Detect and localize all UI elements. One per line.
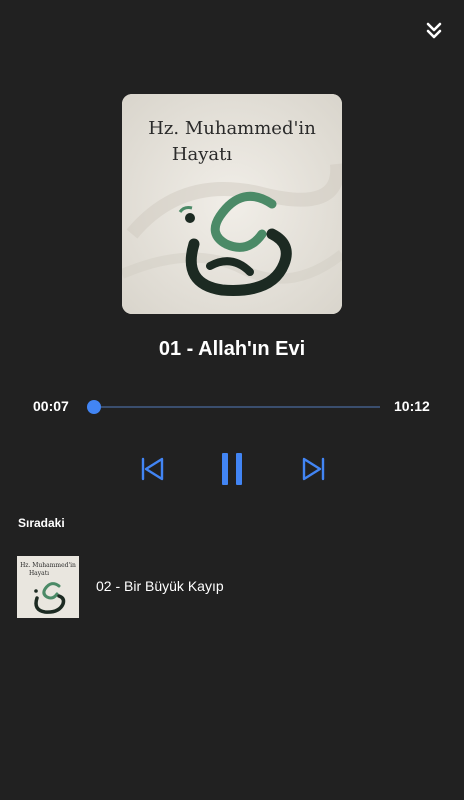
skip-next-icon	[302, 457, 325, 481]
seek-bar[interactable]	[84, 398, 380, 416]
current-time: 00:07	[33, 398, 69, 414]
double-chevron-down-icon	[426, 22, 442, 39]
previous-button[interactable]	[140, 456, 166, 482]
queue-item-title: 02 - Bir Büyük Kayıp	[96, 578, 224, 594]
collapse-button[interactable]	[422, 20, 446, 44]
seek-track	[90, 406, 380, 408]
next-button[interactable]	[300, 456, 326, 482]
album-cover: Hz. Muhammed'in Hayatı	[122, 94, 342, 314]
pause-button[interactable]	[219, 452, 245, 486]
pause-icon	[222, 453, 242, 485]
cover-title-line1: Hz. Muhammed'in	[148, 118, 316, 139]
cover-title-line2: Hayatı	[172, 144, 233, 165]
track-title: 01 - Allah'ın Evi	[158, 338, 306, 360]
svg-text:Hayatı: Hayatı	[29, 570, 49, 577]
skip-previous-icon	[141, 457, 164, 481]
svg-text:Hz. Muhammed'in: Hz. Muhammed'in	[20, 562, 76, 569]
queue-item-thumbnail: Hz. Muhammed'in Hayatı	[17, 556, 79, 618]
queue-item[interactable]: Hz. Muhammed'in Hayatı 02 - Bir Büyük Ka…	[0, 556, 464, 620]
total-time: 10:12	[394, 398, 430, 414]
up-next-header: Sıradaki	[18, 516, 65, 530]
seek-thumb[interactable]	[87, 400, 101, 414]
now-playing-screen: Hz. Muhammed'in Hayatı 01 - Allah'ın Evi…	[0, 0, 464, 800]
